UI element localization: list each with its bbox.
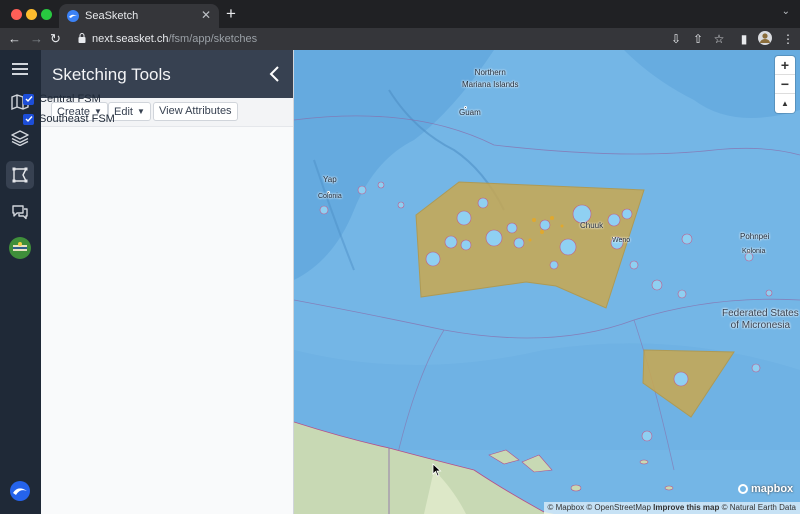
lock-icon <box>78 33 86 43</box>
zoom-out-button[interactable]: − <box>775 75 795 94</box>
visibility-checkbox[interactable] <box>23 113 34 125</box>
zoom-in-button[interactable]: + <box>775 56 795 75</box>
compass-icon[interactable]: ▲ <box>775 94 795 113</box>
browser-tab-bar: SeaSketch ✕ + ⌄ <box>0 0 800 28</box>
new-tab-icon[interactable]: + <box>226 4 236 24</box>
sketch-name: Central FSM <box>39 93 101 105</box>
improve-map-link[interactable]: Improve this map <box>653 503 719 512</box>
sketch-name: Southeast FSM <box>39 113 115 125</box>
maximize-window-button[interactable] <box>41 9 52 20</box>
sketch-list: Central FSM Southeast FSM <box>23 89 115 129</box>
weno-label: Weno <box>612 237 631 244</box>
chuuk-label: Chuuk <box>580 221 604 230</box>
pohnpei-label: Pohnpei <box>740 232 770 241</box>
view-attributes-button[interactable]: View Attributes <box>153 102 238 121</box>
visibility-checkbox[interactable] <box>23 93 34 105</box>
share-icon[interactable]: ⇧ <box>690 31 706 47</box>
fsm-country-label: Federated States of Micronesia <box>722 308 799 331</box>
natural-earth-attribution-link[interactable]: © Natural Earth Data <box>722 503 796 512</box>
side-panel-icon[interactable]: ▮ <box>736 31 752 47</box>
kolonia-label: Kolonia <box>742 248 766 255</box>
tab-title: SeaSketch <box>85 10 139 22</box>
guam-label: Guam <box>459 108 481 117</box>
bookmark-star-icon[interactable]: ☆ <box>711 31 727 47</box>
mapbox-attribution-link[interactable]: © Mapbox <box>548 503 585 512</box>
mapbox-logo-icon <box>738 484 748 494</box>
menu-icon[interactable] <box>6 55 34 83</box>
sketch-icon[interactable] <box>6 161 34 189</box>
browser-tab[interactable]: SeaSketch ✕ <box>59 4 219 28</box>
seasketch-favicon-icon <box>67 10 79 22</box>
panel-title: Sketching Tools <box>52 65 171 84</box>
mapbox-logo[interactable]: mapbox <box>738 483 793 495</box>
list-item[interactable]: Central FSM <box>23 89 115 109</box>
colonia-label: Colonia <box>318 193 342 200</box>
forward-icon[interactable]: → <box>30 30 43 48</box>
map-canvas <box>294 50 800 514</box>
osm-attribution-link[interactable]: © OpenStreetMap <box>586 503 651 512</box>
northern-mariana-label: Northern Mariana Islands <box>462 68 519 89</box>
chevron-left-icon[interactable] <box>268 65 280 83</box>
address-bar[interactable]: next.seasket.ch/fsm/app/sketches <box>70 29 660 49</box>
map-attribution: © Mapbox © OpenStreetMap Improve this ma… <box>543 502 800 514</box>
zoom-control: + − ▲ <box>775 56 795 113</box>
browser-toolbar: ← → ↻ next.seasket.ch/fsm/app/sketches ⇩… <box>0 28 800 50</box>
forum-icon[interactable] <box>6 198 34 226</box>
back-icon[interactable]: ← <box>8 30 21 48</box>
mouse-cursor-icon <box>432 463 442 477</box>
browser-menu-icon[interactable]: ⋮ <box>780 31 796 47</box>
install-app-icon[interactable]: ⇩ <box>668 31 684 47</box>
minimize-window-button[interactable] <box>26 9 37 20</box>
map-view[interactable]: Northern Mariana Islands Guam Yap Coloni… <box>294 50 800 514</box>
project-logo[interactable] <box>6 234 34 262</box>
close-window-button[interactable] <box>11 9 22 20</box>
tab-search-icon[interactable]: ⌄ <box>782 6 790 17</box>
seasketch-logo[interactable] <box>6 477 34 505</box>
chevron-down-icon: ▼ <box>136 107 145 116</box>
profile-avatar[interactable] <box>757 31 773 47</box>
tab-close-icon[interactable]: ✕ <box>201 8 211 22</box>
url-text: next.seasket.ch/fsm/app/sketches <box>92 33 258 45</box>
list-item[interactable]: Southeast FSM <box>23 109 115 129</box>
reload-icon[interactable]: ↻ <box>50 30 61 48</box>
yap-label: Yap <box>323 175 337 184</box>
